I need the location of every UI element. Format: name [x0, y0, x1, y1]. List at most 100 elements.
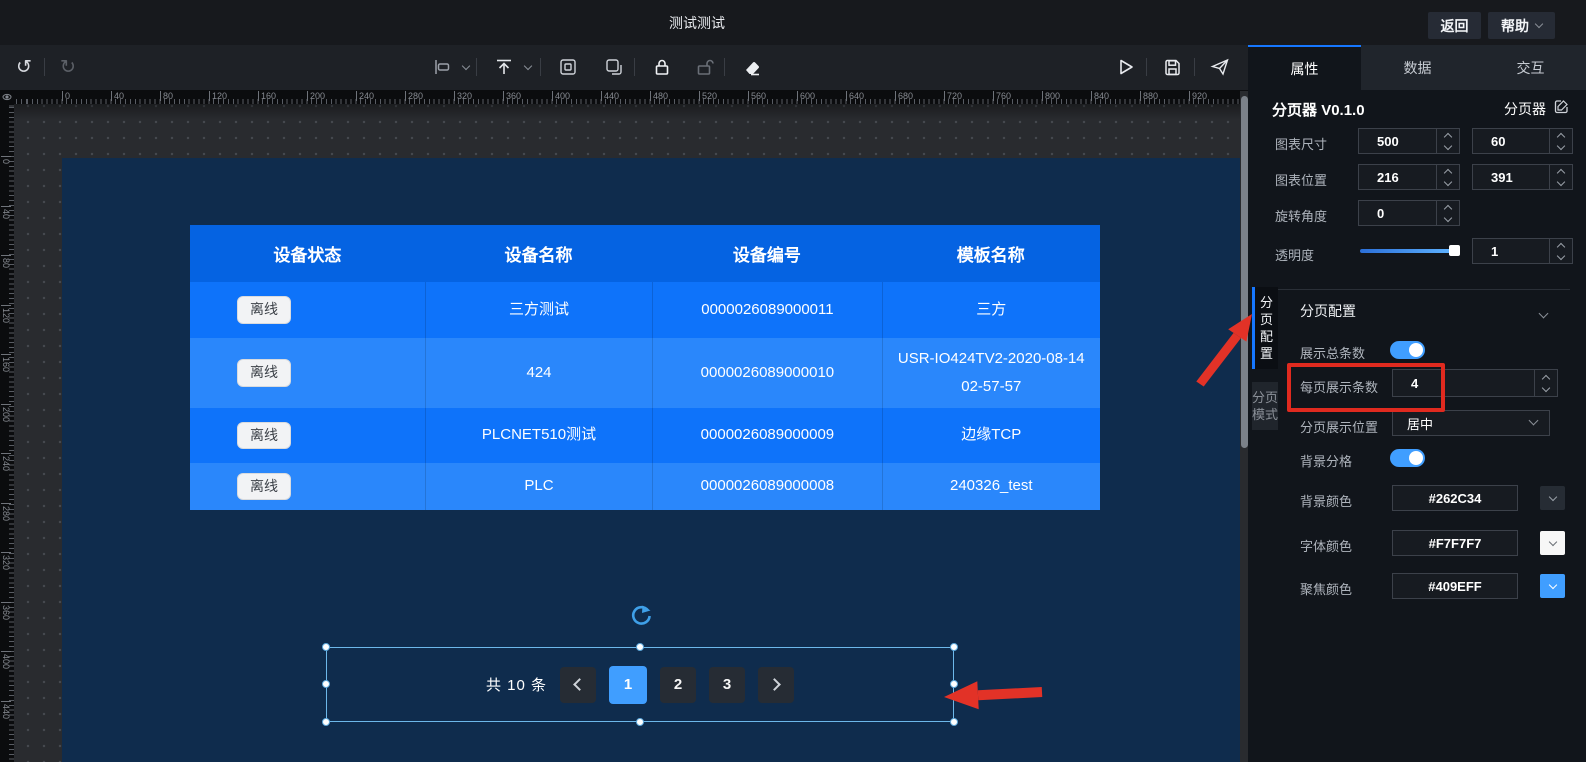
opacity-slider-knob[interactable]: [1449, 245, 1460, 256]
table-cell: 240326_test: [882, 463, 1100, 510]
h-ruler-label: 480: [650, 91, 668, 101]
screen-designer-app: 测试测试 返回 帮助 ↺ ↻: [0, 0, 1586, 762]
font-color-swatch[interactable]: [1540, 531, 1565, 555]
bg-color-label: 背景颜色: [1300, 491, 1352, 510]
stepper-buttons[interactable]: [1549, 129, 1572, 153]
chevron-down-icon: [1529, 416, 1539, 426]
component-refresh-icon[interactable]: [629, 604, 653, 628]
show-total-label: 展示总条数: [1300, 343, 1365, 362]
component-link[interactable]: 分页器: [1504, 99, 1546, 119]
v-ruler-label: 400: [1, 651, 11, 669]
page-title: 测试测试: [617, 0, 777, 45]
unlock-icon[interactable]: [690, 54, 718, 80]
opacity-input[interactable]: 1: [1472, 238, 1573, 264]
edit-component-icon[interactable]: [1554, 99, 1569, 119]
side-tab-pagination-config[interactable]: 分页配置: [1252, 287, 1278, 369]
ruler-toggle-eye-icon[interactable]: [0, 90, 14, 104]
back-button[interactable]: 返回: [1428, 12, 1481, 39]
pagination-next-button[interactable]: [758, 667, 794, 703]
table-cell: PLCNET510测试: [425, 408, 653, 463]
pagination-component-selection[interactable]: 共 10 条 123: [326, 647, 954, 722]
lock-icon[interactable]: [648, 54, 676, 80]
pagination-page-button-3[interactable]: 3: [709, 667, 745, 703]
h-ruler-label: 320: [454, 91, 472, 101]
selection-handle[interactable]: [636, 643, 644, 651]
selection-handle[interactable]: [636, 718, 644, 726]
side-tab-pagination-mode[interactable]: 分页模式: [1252, 382, 1278, 430]
selection-handle[interactable]: [950, 643, 958, 651]
opacity-slider[interactable]: [1360, 249, 1452, 253]
tab-data[interactable]: 数据: [1361, 45, 1474, 90]
h-ruler-label: 760: [993, 91, 1011, 101]
undo-icon[interactable]: ↺: [10, 54, 38, 80]
chart-position-label: 图表位置: [1275, 170, 1327, 189]
v-ruler-label: 0: [1, 156, 11, 164]
stepper-buttons[interactable]: [1436, 201, 1459, 225]
toolbar-separator: [1194, 58, 1195, 76]
redo-icon[interactable]: ↻: [54, 54, 82, 80]
stepper-buttons[interactable]: [1549, 239, 1572, 263]
bg-split-toggle[interactable]: [1390, 449, 1425, 467]
per-page-input[interactable]: 4: [1392, 369, 1558, 397]
selection-handle[interactable]: [950, 680, 958, 688]
table-cell: 离线: [190, 408, 425, 463]
component-name: 分页器: [1272, 102, 1317, 119]
help-button[interactable]: 帮助: [1488, 12, 1555, 39]
opacity-label: 透明度: [1275, 245, 1314, 264]
rotation-label: 旋转角度: [1275, 206, 1327, 225]
component-version: V0.1.0: [1321, 102, 1364, 119]
section-collapse-chevron-icon[interactable]: [1540, 304, 1547, 322]
back-button-label: 返回: [1441, 16, 1469, 36]
chart-y-input[interactable]: 391: [1472, 164, 1573, 190]
pagination-page-button-1[interactable]: 1: [609, 666, 647, 704]
show-total-toggle[interactable]: [1390, 341, 1425, 359]
chevron-right-icon: [768, 678, 781, 691]
h-ruler-label: 360: [503, 91, 521, 101]
status-badge: 离线: [237, 422, 291, 449]
chart-width-input[interactable]: 500: [1358, 128, 1460, 154]
pagination-component: 共 10 条 123: [327, 648, 953, 721]
selection-handle[interactable]: [322, 643, 330, 651]
chevron-down-icon: [1535, 20, 1543, 28]
ungroup-icon[interactable]: [600, 54, 628, 80]
focus-color-swatch[interactable]: [1540, 574, 1565, 598]
tab-interaction[interactable]: 交互: [1474, 45, 1586, 90]
h-ruler-label: 800: [1042, 91, 1060, 101]
preview-play-icon[interactable]: [1112, 54, 1140, 80]
group-icon[interactable]: [554, 54, 582, 80]
bg-color-input[interactable]: #262C34: [1392, 485, 1518, 511]
h-ruler-label: 280: [405, 91, 423, 101]
top-bar: [0, 0, 1586, 45]
table-cell: 0000026089000008: [652, 463, 881, 510]
tab-properties[interactable]: 属性: [1248, 45, 1361, 90]
horizontal-ruler: 0408012016020024028032036040044048052056…: [14, 90, 1240, 104]
bg-color-swatch[interactable]: [1540, 486, 1565, 510]
h-ruler-label: 120: [209, 91, 227, 101]
focus-color-input[interactable]: #409EFF: [1392, 573, 1518, 599]
pagination-page-button-2[interactable]: 2: [660, 667, 696, 703]
v-ruler-label: 120: [1, 305, 11, 323]
device-table-component[interactable]: 设备状态设备名称设备编号模板名称 离线三方测试0000026089000011三…: [190, 225, 1100, 510]
rotation-input[interactable]: 0: [1358, 200, 1460, 226]
selection-handle[interactable]: [950, 718, 958, 726]
publish-icon[interactable]: [1206, 54, 1234, 80]
chart-x-input[interactable]: 216: [1358, 164, 1460, 190]
chart-height-input[interactable]: 60: [1472, 128, 1573, 154]
font-color-input[interactable]: #F7F7F7: [1392, 530, 1518, 556]
stepper-buttons[interactable]: [1549, 165, 1572, 189]
h-ruler-label: 400: [552, 91, 570, 101]
stepper-buttons[interactable]: [1436, 165, 1459, 189]
align-top-chevron-icon[interactable]: [524, 61, 532, 69]
h-ruler-label: 0: [62, 91, 70, 101]
align-left-chevron-icon[interactable]: [462, 61, 470, 69]
stepper-buttons[interactable]: [1436, 129, 1459, 153]
selection-handle[interactable]: [322, 680, 330, 688]
selection-handle[interactable]: [322, 718, 330, 726]
stepper-buttons[interactable]: [1534, 370, 1557, 396]
device-table-header: 设备状态设备名称设备编号模板名称: [190, 225, 1100, 282]
pagination-prev-button[interactable]: [560, 667, 596, 703]
vertical-scrollbar[interactable]: [1241, 96, 1248, 448]
pagination-position-select[interactable]: 居中: [1392, 410, 1550, 436]
save-icon[interactable]: [1158, 54, 1186, 80]
eraser-icon[interactable]: [738, 54, 766, 80]
